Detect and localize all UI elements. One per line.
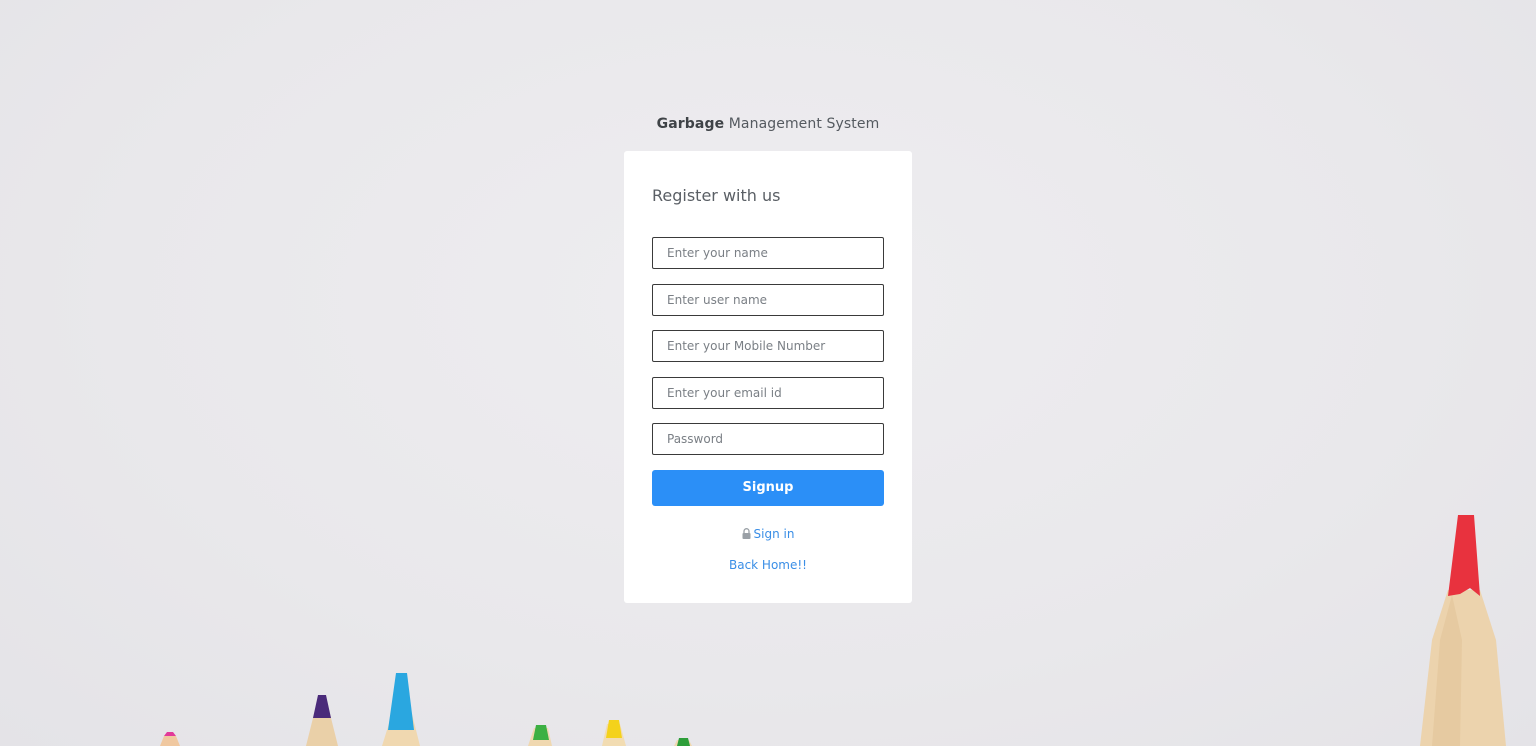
lock-icon: [742, 528, 751, 539]
signup-button[interactable]: Signup: [652, 469, 884, 506]
brand-title-rest: Management System: [724, 116, 880, 132]
mobile-input[interactable]: [652, 330, 884, 362]
signin-link-label: Sign in: [753, 526, 795, 541]
password-input[interactable]: [652, 423, 884, 455]
name-input[interactable]: [652, 237, 884, 269]
email-input[interactable]: [652, 376, 884, 409]
auth-links: Sign in Back Home!!: [652, 526, 884, 586]
register-card: Register with us Signup Sign in Back Hom…: [624, 151, 912, 603]
brand-title-bold: Garbage: [656, 116, 725, 132]
signin-link[interactable]: Sign in: [742, 526, 795, 542]
brand-title: Garbage Management System: [0, 116, 1536, 132]
back-home-link[interactable]: Back Home!!: [729, 557, 807, 573]
username-input[interactable]: [652, 283, 884, 316]
form-title: Register with us: [652, 186, 781, 205]
